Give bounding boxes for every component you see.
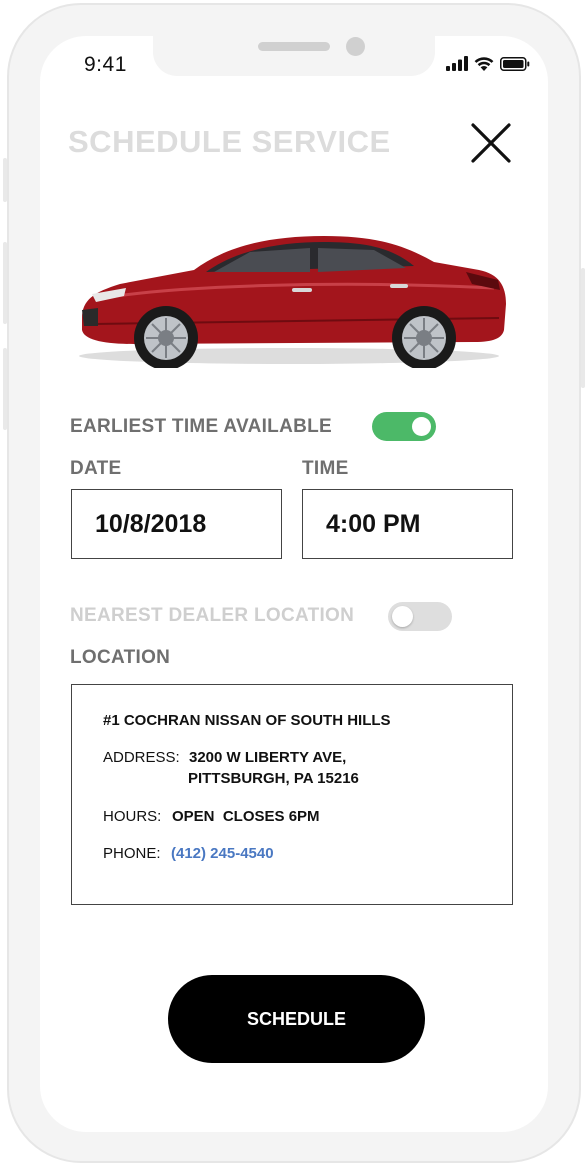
location-card[interactable]: #1 COCHRAN NISSAN OF SOUTH HILLS ADDRESS… <box>71 684 513 905</box>
earliest-time-label: EARLIEST TIME AVAILABLE <box>70 416 332 437</box>
app-screen: 9:41 SCHEDULE SERVICE EARLIEST TIME AVAI… <box>40 36 548 1132</box>
wifi-icon <box>474 57 494 71</box>
date-field[interactable]: 10/8/2018 <box>71 489 282 559</box>
volume-down-button <box>3 348 7 430</box>
cellular-signal-icon <box>446 56 468 71</box>
time-label: TIME <box>302 458 349 479</box>
nearest-dealer-toggle[interactable] <box>388 602 452 631</box>
location-label: LOCATION <box>70 647 171 668</box>
address-row: ADDRESS: <box>103 749 180 766</box>
toggle-knob <box>412 417 431 436</box>
phone-label: PHONE: <box>103 845 161 862</box>
close-icon <box>471 123 511 163</box>
notch <box>153 36 435 76</box>
dealer-name: #1 COCHRAN NISSAN OF SOUTH HILLS <box>103 712 391 729</box>
address-line-2: PITTSBURGH, PA 15216 <box>188 770 359 787</box>
volume-up-button <box>3 242 7 324</box>
red-sedan-car <box>79 236 506 368</box>
schedule-button[interactable]: SCHEDULE <box>168 975 425 1063</box>
address-label: ADDRESS: <box>103 749 180 766</box>
status-time: 9:41 <box>84 53 127 76</box>
date-label: DATE <box>70 458 122 479</box>
close-button[interactable] <box>468 120 514 166</box>
nearest-dealer-label: NEAREST DEALER LOCATION <box>70 605 355 626</box>
stage: 9:41 SCHEDULE SERVICE EARLIEST TIME AVAI… <box>0 0 588 1167</box>
toggle-knob <box>392 606 413 627</box>
earliest-time-toggle[interactable] <box>372 412 436 441</box>
address-line-1: 3200 W LIBERTY AVE, <box>189 749 347 766</box>
time-field[interactable]: 4:00 PM <box>302 489 513 559</box>
hours-label: HOURS: <box>103 808 162 825</box>
battery-icon <box>500 56 530 71</box>
speaker-grille <box>258 42 330 51</box>
silent-switch <box>3 158 7 202</box>
front-camera <box>346 37 365 56</box>
page-title: SCHEDULE SERVICE <box>68 124 391 159</box>
phone-link[interactable]: (412) 245-4540 <box>171 845 274 862</box>
hours-value: OPEN CLOSES 6PM <box>172 808 320 825</box>
status-icons <box>446 56 530 71</box>
power-button <box>581 268 585 388</box>
